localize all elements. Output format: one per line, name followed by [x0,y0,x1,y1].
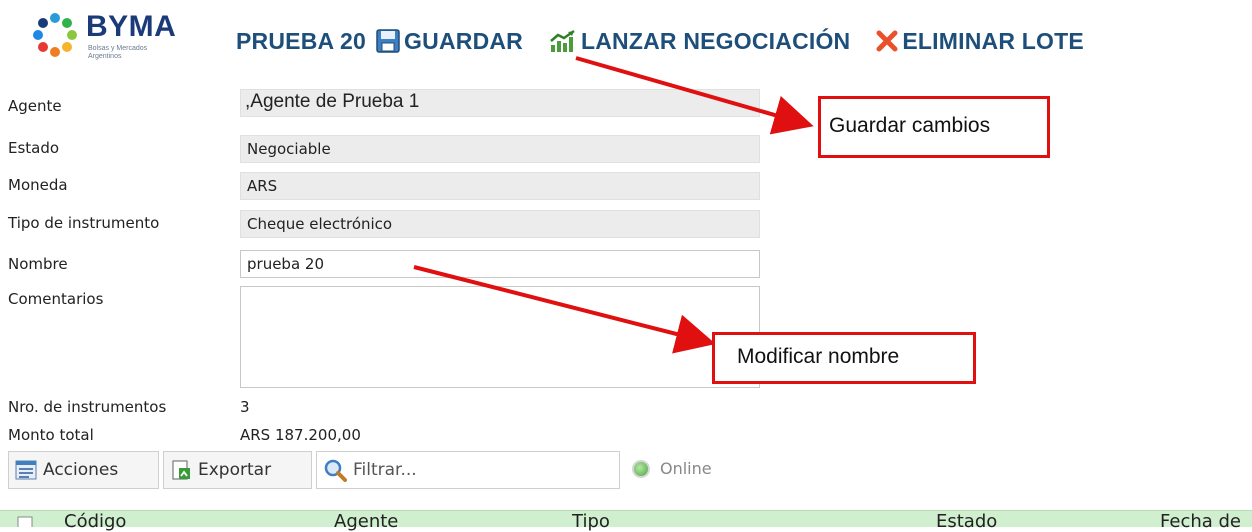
modify-name-callout: Modificar nombre [712,332,976,384]
annotation-arrows [413,56,814,354]
name-callout-arrow [413,265,716,354]
save-changes-callout: Guardar cambios [818,96,1050,158]
save-callout-arrow [575,56,814,135]
